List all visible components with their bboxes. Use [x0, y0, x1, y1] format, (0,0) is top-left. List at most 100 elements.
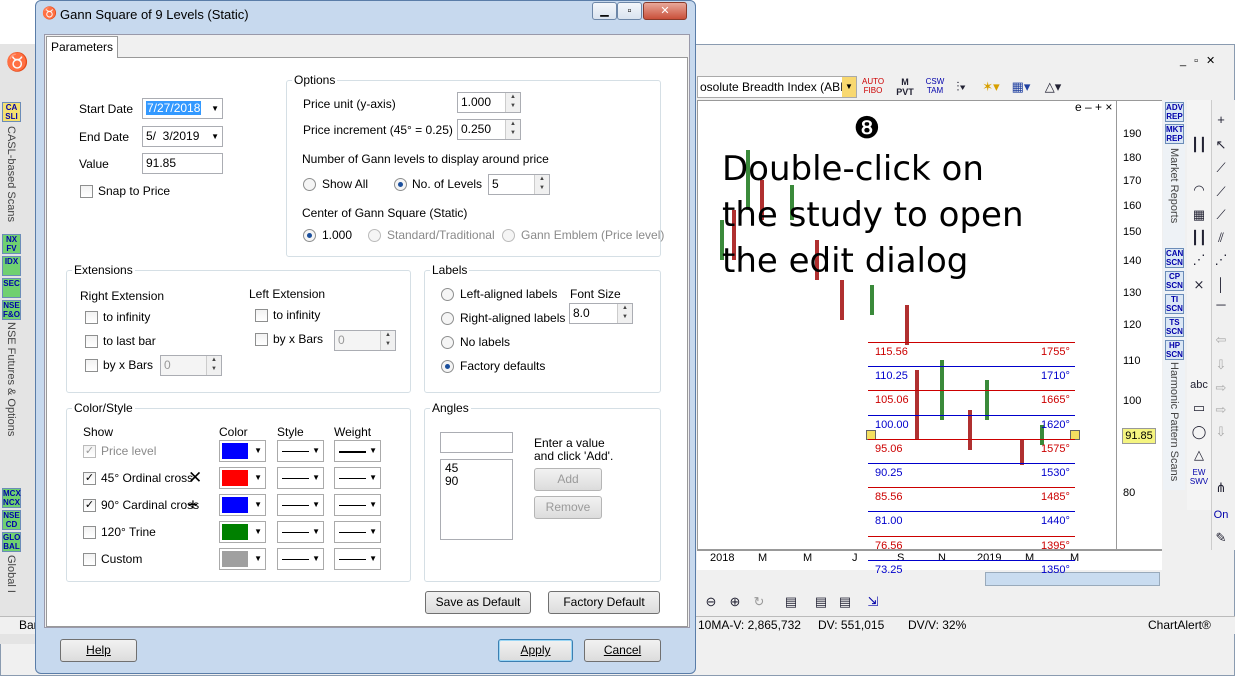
left-bars-spinner[interactable]: 0 ▲ ▼ — [334, 330, 396, 351]
nx-fv-button[interactable]: NX FV — [2, 234, 21, 254]
mkt-rep-button[interactable]: MKT REP — [1165, 124, 1184, 144]
chevron-down-icon[interactable]: ▼ — [312, 522, 320, 542]
weight-picker[interactable]: ▼ — [334, 521, 381, 543]
study-selector[interactable]: osolute Breadth Index (ABI ▼ — [697, 76, 857, 98]
nse-futures-options-tab[interactable]: NSE Futures & Options — [5, 322, 17, 436]
arrow-icon[interactable]: ⇩ — [1210, 355, 1232, 375]
csw-tam-icon[interactable]: CSW TAM — [924, 77, 946, 97]
spinner-arrows-icon[interactable]: ▲ ▼ — [505, 93, 520, 112]
style-picker[interactable]: ▼ — [277, 440, 324, 462]
global-tab[interactable]: Global I — [5, 555, 17, 593]
hp-scn-button[interactable]: HP SCN — [1165, 340, 1184, 360]
casli-button[interactable]: CA SLI — [2, 102, 21, 122]
mcx-ncx-button[interactable]: MCX NCX — [2, 488, 21, 508]
angles-listbox[interactable]: 45 90 — [440, 459, 513, 540]
right-to-infinity-checkbox[interactable] — [85, 311, 98, 324]
on-toggle[interactable]: On — [1210, 505, 1232, 525]
page-icon[interactable]: ▤ — [834, 592, 856, 612]
tab-parameters[interactable]: Parameters — [46, 36, 118, 58]
casl-scans-tab[interactable]: CASL-based Scans — [5, 126, 17, 222]
spinner-arrows-icon[interactable]: ▲ ▼ — [534, 175, 549, 194]
text-tool-icon[interactable]: abc — [1188, 375, 1210, 395]
angle-input[interactable] — [440, 432, 513, 453]
standard-traditional-radio[interactable] — [368, 229, 381, 242]
left-to-infinity-checkbox[interactable] — [255, 309, 268, 322]
weight-picker[interactable]: ▼ — [334, 440, 381, 462]
chevron-down-icon[interactable]: ▼ — [254, 522, 262, 542]
show-all-radio[interactable] — [303, 178, 316, 191]
chevron-down-icon[interactable]: ▼ — [254, 441, 262, 461]
end-date-picker[interactable]: 5/ 3/2019 ▼ — [142, 126, 223, 147]
chevron-down-icon[interactable]: ▼ — [254, 468, 262, 488]
gann-emblem-radio[interactable] — [502, 229, 515, 242]
chevron-down-icon[interactable]: ▼ — [312, 495, 320, 515]
style-picker[interactable]: ▼ — [277, 467, 324, 489]
chart-window-buttons[interactable]: e – + × — [1075, 100, 1112, 114]
vline-icon[interactable]: │ — [1210, 275, 1232, 295]
ti-scn-button[interactable]: TI SCN — [1165, 294, 1184, 314]
center-1000-radio[interactable] — [303, 229, 316, 242]
chevron-down-icon[interactable]: ▼ — [369, 495, 377, 515]
chevron-down-icon[interactable]: ▼ — [842, 77, 856, 97]
grid-pattern-icon[interactable]: ▦▾ — [1010, 77, 1032, 97]
vbars-icon[interactable]: ┃┃ — [1188, 228, 1210, 248]
right-aligned-radio[interactable] — [441, 312, 454, 325]
hline-icon[interactable]: ─ — [1210, 295, 1232, 315]
no-labels-radio[interactable] — [441, 336, 454, 349]
pen-icon[interactable]: ✎ — [1210, 528, 1232, 548]
apply-button[interactable]: Apply — [498, 639, 573, 662]
pivot-icon[interactable]: M PVT — [894, 77, 916, 97]
remove-angle-button[interactable]: Remove — [534, 496, 602, 519]
show-checkbox[interactable]: ✓ — [83, 499, 96, 512]
zoom-in-icon[interactable]: ⊕ — [724, 592, 746, 612]
start-date-picker[interactable]: 7/27/2018 ▼ — [142, 98, 223, 119]
show-checkbox[interactable]: ✓ — [83, 445, 96, 458]
price-increment-spinner[interactable]: 0.250 ▲ ▼ — [457, 119, 521, 140]
page-icon[interactable]: ▤ — [780, 592, 802, 612]
minimize-button[interactable]: ▁ — [592, 2, 617, 20]
ray-icon[interactable]: ⟋ — [1210, 182, 1232, 202]
style-picker[interactable]: ▼ — [277, 521, 324, 543]
factory-default-button[interactable]: Factory Default — [548, 591, 660, 614]
spinner-arrows-icon[interactable]: ▲ ▼ — [380, 331, 395, 350]
left-by-x-bars-checkbox[interactable] — [255, 333, 268, 346]
weight-picker[interactable]: ▼ — [334, 494, 381, 516]
arc-icon[interactable]: ◠ — [1188, 180, 1210, 200]
color-picker[interactable]: ▼ — [219, 548, 266, 570]
chevron-down-icon[interactable]: ▼ — [211, 99, 219, 118]
nse-fo-button[interactable]: NSE F&O — [2, 300, 21, 320]
left-aligned-radio[interactable] — [441, 288, 454, 301]
cp-scn-button[interactable]: CP SCN — [1165, 271, 1184, 291]
fan-icon[interactable]: ⋰ — [1188, 250, 1210, 270]
maximize-button[interactable]: ▫ — [617, 2, 642, 20]
spinner-arrows-icon[interactable]: ▲ ▼ — [617, 304, 632, 323]
close-button[interactable]: ✕ — [643, 2, 687, 20]
can-scn-button[interactable]: CAN SCN — [1165, 248, 1184, 268]
color-picker[interactable]: ▼ — [219, 494, 266, 516]
weight-picker[interactable]: ▼ — [334, 548, 381, 570]
export-icon[interactable]: ⇲ — [862, 592, 884, 612]
chevron-down-icon[interactable]: ▼ — [254, 495, 262, 515]
no-of-levels-radio[interactable] — [394, 178, 407, 191]
arrow-icon[interactable]: ⇩ — [1210, 422, 1232, 442]
cross-grid-icon[interactable]: ⨯ — [1188, 275, 1210, 295]
crosshair-icon[interactable]: + — [1210, 110, 1232, 130]
chevron-down-icon[interactable]: ▼ — [369, 468, 377, 488]
chevron-down-icon[interactable]: ▼ — [312, 468, 320, 488]
font-size-spinner[interactable]: 8.0 ▲ ▼ — [569, 303, 633, 324]
color-picker[interactable]: ▼ — [219, 467, 266, 489]
chevron-down-icon[interactable]: ▼ — [369, 549, 377, 569]
trendline-icon[interactable]: ⟋ — [1210, 158, 1232, 178]
harmonic-pattern-scans-tab[interactable]: Harmonic Pattern Scans — [1168, 362, 1180, 481]
chevron-down-icon[interactable]: ▼ — [369, 522, 377, 542]
arrow-icon[interactable]: ⇨ — [1210, 378, 1232, 398]
rectangle-icon[interactable]: ▭ — [1188, 398, 1210, 418]
color-picker[interactable]: ▼ — [219, 521, 266, 543]
ew-swv-icon[interactable]: EW SWV — [1188, 468, 1210, 488]
style-picker[interactable]: ▼ — [277, 494, 324, 516]
horizontal-scrollbar[interactable] — [985, 572, 1160, 586]
auto-fibo-icon[interactable]: AUTO FIBO — [862, 77, 884, 97]
ts-scn-button[interactable]: TS SCN — [1165, 317, 1184, 337]
page-icon[interactable]: ▤ — [810, 592, 832, 612]
list-item[interactable]: 90 — [445, 475, 508, 488]
